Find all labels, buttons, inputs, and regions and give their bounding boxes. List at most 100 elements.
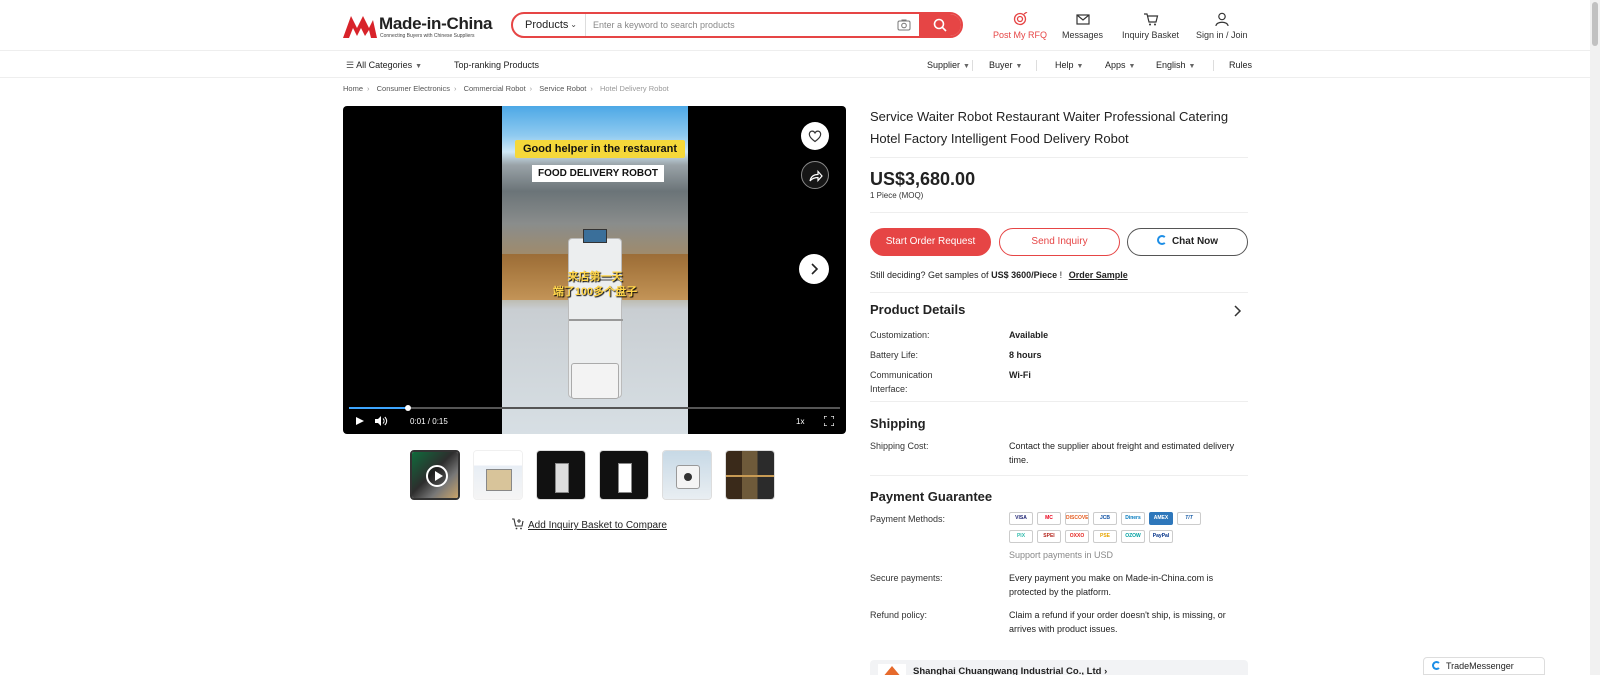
- search-input[interactable]: [593, 14, 883, 36]
- top-ranking-link[interactable]: Top-ranking Products: [454, 60, 539, 70]
- chevron-right-icon: ›: [1104, 666, 1108, 675]
- detail-value: Available: [1009, 330, 1049, 340]
- thumbnail-image-5[interactable]: [662, 450, 712, 500]
- search-category-select[interactable]: Products ⌄: [513, 14, 586, 36]
- messages-link[interactable]: Messages: [1062, 12, 1103, 40]
- thumbnail-video[interactable]: [410, 450, 460, 500]
- trade-messenger-label: TradeMessenger: [1446, 661, 1514, 671]
- sample-prefix: Still deciding? Get samples of: [870, 270, 989, 280]
- detail-value: Wi-Fi: [1009, 370, 1031, 380]
- video-progress-bar[interactable]: [349, 405, 840, 411]
- product-video-player[interactable]: Good helper in the restaurant FOOD DELIV…: [343, 106, 846, 434]
- favorite-button[interactable]: [801, 122, 829, 150]
- site-header: Made-in-China Connecting Buyers with Chi…: [0, 0, 1590, 51]
- search-button[interactable]: [919, 14, 961, 36]
- divider: [870, 212, 1248, 213]
- thumbnail-graphic: [486, 469, 512, 491]
- post-rfq-link[interactable]: Post My RFQ: [993, 12, 1047, 40]
- chat-now-label: Chat Now: [1171, 236, 1219, 247]
- heart-icon: [808, 130, 822, 143]
- chat-icon: [1156, 235, 1167, 245]
- page-scrollbar[interactable]: [1590, 0, 1600, 675]
- paypal-icon: PayPal: [1149, 530, 1173, 543]
- site-logo[interactable]: Made-in-China Connecting Buyers with Chi…: [343, 12, 493, 40]
- search-icon: [933, 18, 947, 32]
- cart-icon: [1143, 13, 1158, 26]
- video-caption-top: Good helper in the restaurant: [515, 140, 686, 158]
- cart-plus-icon: [512, 518, 524, 530]
- video-progress-handle[interactable]: [404, 405, 411, 411]
- supplier-card[interactable]: Shanghai Chuangwang Industrial Co., Ltd …: [870, 660, 1248, 675]
- divider: [870, 401, 1248, 402]
- visa-icon: VISA: [1009, 512, 1033, 525]
- product-details-title: Product Details: [870, 302, 966, 317]
- language-menu[interactable]: English ▼: [1156, 60, 1195, 70]
- thumbnail-image-2[interactable]: [473, 450, 523, 500]
- chevron-right-icon[interactable]: [1232, 305, 1242, 317]
- inquiry-basket-link[interactable]: Inquiry Basket: [1122, 12, 1179, 40]
- chat-icon: [1432, 661, 1441, 670]
- caption-line: 端了100多个盘子: [552, 286, 638, 298]
- chevron-right-icon: ›: [590, 84, 593, 93]
- supplier-name-text: Shanghai Chuangwang Industrial Co., Ltd: [913, 666, 1102, 675]
- divider: [870, 475, 1248, 476]
- all-categories-menu[interactable]: ☰ All Categories ▼: [346, 60, 422, 71]
- video-frame: Good helper in the restaurant FOOD DELIV…: [502, 106, 688, 434]
- supplier-name[interactable]: Shanghai Chuangwang Industrial Co., Ltd …: [913, 666, 1107, 675]
- fullscreen-button[interactable]: [823, 415, 835, 428]
- thumbnail-image-3[interactable]: [536, 450, 586, 500]
- help-menu[interactable]: Help ▼: [1055, 60, 1083, 70]
- playback-speed-button[interactable]: 1x: [796, 417, 804, 426]
- logo-tagline: Connecting Buyers with Chinese Suppliers: [380, 33, 475, 39]
- pse-icon: PSE: [1093, 530, 1117, 543]
- start-order-button[interactable]: Start Order Request: [870, 228, 991, 256]
- breadcrumb-item[interactable]: Commercial Robot: [464, 84, 526, 93]
- order-sample-link[interactable]: Order Sample: [1069, 270, 1128, 280]
- category-nav: ☰ All Categories ▼ Top-ranking Products S…: [0, 52, 1590, 78]
- divider: [1036, 60, 1037, 71]
- chevron-down-icon: ⌄: [570, 20, 577, 29]
- scrollbar-thumb[interactable]: [1592, 2, 1598, 46]
- language-label: English: [1156, 60, 1186, 70]
- mute-button[interactable]: [375, 416, 388, 428]
- buyer-label: Buyer: [989, 60, 1013, 70]
- share-button[interactable]: [801, 161, 829, 189]
- next-media-button[interactable]: [799, 254, 829, 284]
- payment-guarantee-title: Payment Guarantee: [870, 489, 993, 504]
- apps-menu[interactable]: Apps ▼: [1105, 60, 1135, 70]
- breadcrumb-item[interactable]: Service Robot: [539, 84, 586, 93]
- camera-icon[interactable]: [897, 18, 911, 32]
- rules-link[interactable]: Rules: [1229, 60, 1252, 70]
- play-button[interactable]: [355, 416, 365, 428]
- breadcrumb: Home › Consumer Electronics › Commercial R…: [343, 84, 673, 93]
- send-inquiry-button[interactable]: Send Inquiry: [999, 228, 1120, 256]
- video-time: 0:01 / 0:15: [410, 417, 448, 426]
- supplier-logo: [878, 664, 906, 675]
- mastercard-icon: MC: [1037, 512, 1061, 525]
- chevron-right-icon: ›: [453, 84, 457, 93]
- supplier-menu[interactable]: Supplier ▼: [927, 60, 970, 70]
- product-price: US$3,680.00: [870, 169, 976, 189]
- video-caption-chinese: 来店第一天 端了100多个盘子: [502, 270, 688, 300]
- detail-label: Communication Interface:: [870, 370, 933, 394]
- search-category-label: Products: [525, 19, 569, 31]
- robot-screen: [583, 229, 607, 243]
- chat-now-button[interactable]: Chat Now: [1127, 228, 1248, 256]
- menu-list-icon: ☰: [346, 60, 355, 70]
- product-title: Service Waiter Robot Restaurant Waiter P…: [870, 109, 1229, 146]
- add-to-compare-label: Add Inquiry Basket to Compare: [528, 520, 667, 531]
- breadcrumb-item[interactable]: Consumer Electronics: [377, 84, 450, 93]
- messages-label: Messages: [1062, 30, 1104, 40]
- diners-icon: Diners: [1121, 512, 1145, 525]
- trade-messenger-launcher[interactable]: TradeMessenger: [1423, 657, 1545, 675]
- sign-in-link[interactable]: Sign in / Join: [1196, 12, 1248, 40]
- user-icon: [1215, 12, 1229, 26]
- add-to-compare-link[interactable]: Add Inquiry Basket to Compare: [511, 518, 667, 531]
- thumbnail-image-6[interactable]: [725, 450, 775, 500]
- shipping-title: Shipping: [870, 416, 926, 431]
- breadcrumb-item[interactable]: Home: [343, 84, 363, 93]
- thumbnail-image-4[interactable]: [599, 450, 649, 500]
- buyer-menu[interactable]: Buyer ▼: [989, 60, 1022, 70]
- help-label: Help: [1055, 60, 1074, 70]
- robot-figure: [568, 229, 623, 399]
